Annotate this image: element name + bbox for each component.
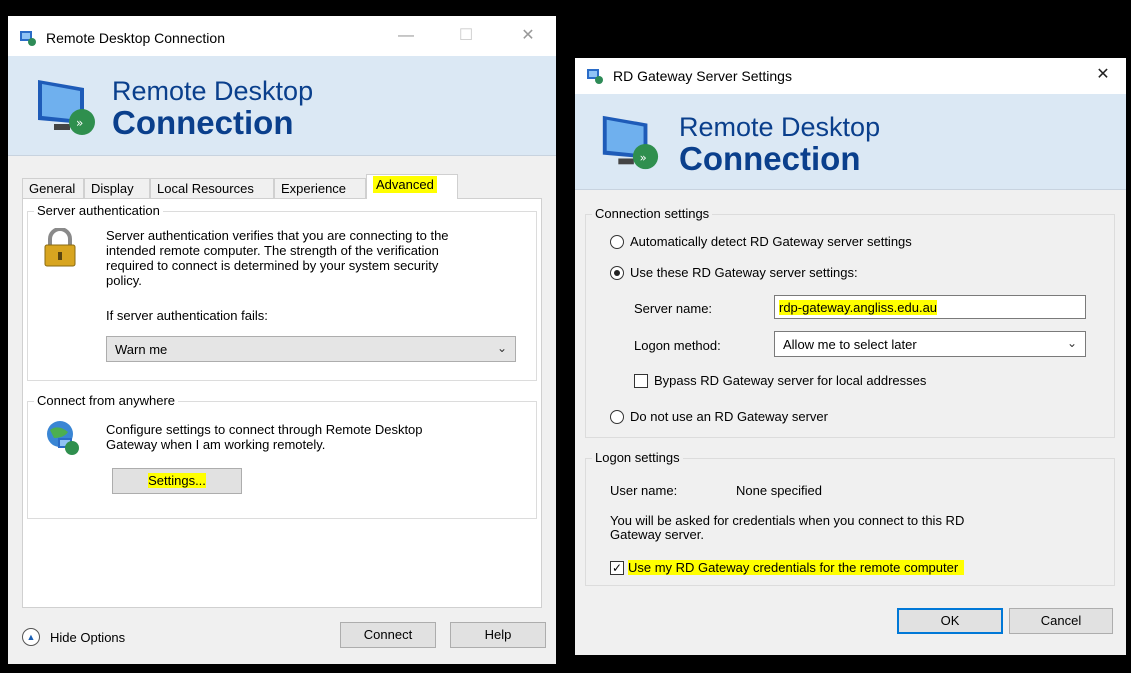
tab-advanced-label: Advanced (373, 176, 437, 193)
connect-anywhere-group-label: Connect from anywhere (34, 393, 179, 408)
gateway-settings-button-label: Settings... (148, 473, 206, 488)
connect-button[interactable]: Connect (340, 622, 436, 648)
tab-advanced[interactable]: Advanced (366, 174, 458, 199)
gateway-settings-button[interactable]: Settings... (112, 468, 242, 494)
auto-detect-label[interactable]: Automatically detect RD Gateway server s… (630, 234, 912, 249)
gateway-globe-icon (47, 421, 79, 455)
gateway-window: RD Gateway Server Settings ✕ » Remote De… (575, 58, 1126, 655)
connect-anywhere-desc-1: Configure settings to connect through Re… (106, 422, 423, 437)
server-name-label: Server name: (634, 301, 713, 316)
rdc-app-icon (20, 31, 36, 46)
tab-experience[interactable]: Experience (274, 178, 366, 199)
logon-settings-group: Logon settings User name: None specified… (585, 450, 1115, 586)
hide-options-link[interactable]: Hide Options (50, 630, 125, 645)
server-name-value: rdp-gateway.angliss.edu.au (779, 300, 938, 315)
gateway-banner-line2: Connection (679, 140, 861, 177)
svg-text:»: » (640, 150, 647, 164)
credentials-note-1: You will be asked for credentials when y… (610, 513, 965, 528)
tab-display[interactable]: Display (84, 178, 150, 199)
connect-button-label: Connect (363, 627, 413, 642)
help-button-label: Help (484, 627, 512, 642)
rdc-window-title: Remote Desktop Connection (46, 30, 225, 46)
use-these-radio[interactable] (610, 266, 624, 280)
ok-button-label: OK (940, 613, 960, 628)
rdc-titlebar[interactable]: Remote Desktop Connection — ☐ ✕ (8, 16, 556, 56)
auth-fails-select[interactable]: Warn me ⌄ (106, 336, 516, 362)
bypass-local-label[interactable]: Bypass RD Gateway server for local addre… (654, 373, 926, 388)
tab-local-resources[interactable]: Local Resources (150, 178, 274, 199)
server-name-input[interactable]: rdp-gateway.angliss.edu.au (774, 295, 1086, 319)
minimize-icon[interactable]: — (396, 26, 416, 46)
auth-fails-select-value: Warn me (115, 342, 168, 357)
auth-fails-label: If server authentication fails: (106, 308, 268, 323)
connect-anywhere-group: Connect from anywhere Configure settings… (27, 393, 537, 519)
advanced-tab-panel: Server authentication Server authenticat… (22, 198, 542, 608)
gateway-logo-icon: » (602, 115, 659, 170)
rdc-banner: » Remote Desktop Connection (8, 56, 556, 156)
close-icon[interactable]: ✕ (1093, 65, 1113, 85)
hide-options-icon[interactable]: ▲ (22, 628, 40, 646)
server-auth-desc-1: Server authentication verifies that you … (106, 228, 449, 243)
logon-method-label: Logon method: (634, 338, 721, 353)
chevron-down-icon: ⌄ (1066, 336, 1077, 350)
server-auth-desc-3: required to connect is determined by you… (106, 258, 439, 273)
tab-general[interactable]: General (22, 178, 84, 199)
cancel-button[interactable]: Cancel (1009, 608, 1113, 634)
tab-general-label: General (29, 181, 76, 196)
gateway-banner-line1: Remote Desktop (679, 112, 881, 142)
rdc-window: Remote Desktop Connection — ☐ ✕ » Remote… (8, 16, 556, 664)
close-icon[interactable]: ✕ (518, 26, 538, 46)
maximize-icon[interactable]: ☐ (456, 26, 476, 46)
gateway-app-icon (587, 69, 603, 84)
user-name-label: User name: (610, 483, 678, 498)
connect-anywhere-desc-2: Gateway when I am working remotely. (106, 437, 326, 452)
gateway-banner: » Remote Desktop Connection (575, 94, 1126, 190)
rdc-banner-line2: Connection (112, 104, 294, 141)
user-name-value: None specified (736, 483, 822, 498)
tab-experience-label: Experience (281, 181, 347, 196)
bypass-local-checkbox[interactable] (634, 374, 648, 388)
auto-detect-radio[interactable] (610, 235, 624, 249)
server-auth-desc-4: policy. (106, 273, 142, 288)
chevron-down-icon: ⌄ (496, 341, 507, 355)
padlock-icon (44, 228, 76, 267)
credentials-note-2: Gateway server. (610, 527, 704, 542)
server-auth-group: Server authentication Server authenticat… (27, 203, 537, 381)
connection-settings-group-label: Connection settings (592, 206, 713, 221)
use-creds-checkbox[interactable]: ✓ (610, 561, 624, 575)
connection-settings-group: Connection settings Automatically detect… (585, 206, 1115, 438)
logon-method-value: Allow me to select later (783, 337, 917, 352)
svg-text:»: » (76, 116, 83, 130)
ok-button[interactable]: OK (897, 608, 1003, 634)
gateway-window-title: RD Gateway Server Settings (613, 68, 792, 84)
use-creds-label[interactable]: Use my RD Gateway credentials for the re… (628, 560, 965, 575)
tab-local-resources-label: Local Resources (157, 181, 254, 196)
rdc-logo-icon: » (38, 80, 95, 135)
server-auth-desc-2: intended remote computer. The strength o… (106, 243, 439, 258)
logon-settings-group-label: Logon settings (592, 450, 683, 465)
logon-method-select[interactable]: Allow me to select later ⌄ (774, 331, 1086, 357)
tab-display-label: Display (91, 181, 134, 196)
rdc-banner-line1: Remote Desktop (112, 76, 314, 106)
do-not-use-label[interactable]: Do not use an RD Gateway server (630, 409, 828, 424)
server-auth-group-label: Server authentication (34, 203, 163, 218)
gateway-titlebar[interactable]: RD Gateway Server Settings ✕ (575, 58, 1126, 94)
cancel-button-label: Cancel (1040, 613, 1082, 628)
help-button[interactable]: Help (450, 622, 546, 648)
do-not-use-radio[interactable] (610, 410, 624, 424)
use-these-label[interactable]: Use these RD Gateway server settings: (630, 265, 858, 280)
